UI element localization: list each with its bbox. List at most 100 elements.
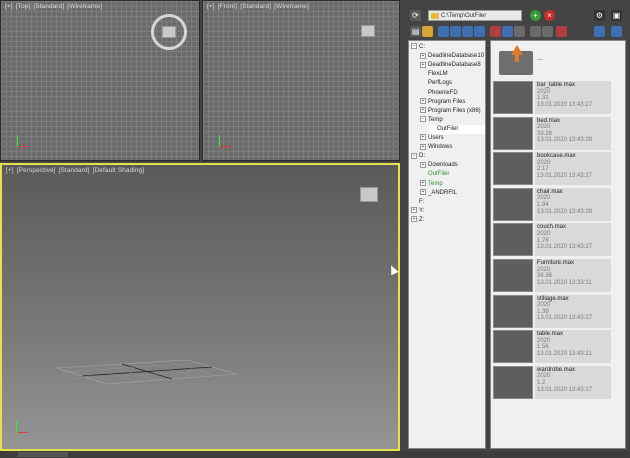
tree-expander-icon[interactable]: +: [420, 107, 426, 114]
tool-i-icon[interactable]: [542, 26, 553, 37]
file-thumbnail[interactable]: [493, 187, 533, 221]
tree-expander-icon[interactable]: −: [411, 152, 417, 159]
file-thumbnail[interactable]: [493, 365, 533, 399]
file-item[interactable]: table.max 2020 1.56 13.01.2020 13:43:21: [493, 330, 611, 364]
viewport-menu[interactable]: [+]: [5, 3, 13, 10]
viewport-view[interactable]: [Top]: [16, 3, 31, 10]
viewcube[interactable]: [162, 26, 176, 38]
tree-item[interactable]: + DeadlineDatabase8: [420, 61, 485, 70]
file-thumbnail[interactable]: [493, 223, 533, 257]
file-item[interactable]: stillage.max 2020 1.39 13.01.2020 13:43:27: [493, 294, 611, 328]
file-item[interactable]: bookcase.max 2020 2.17 13.01.2020 13:43:27: [493, 152, 611, 186]
file-thumbnail[interactable]: [493, 259, 533, 292]
tree-expander-icon[interactable]: +: [420, 134, 426, 141]
file-thumbnail[interactable]: [493, 330, 533, 364]
axis-tripod-icon: [16, 419, 30, 433]
viewport-menu[interactable]: [+]: [6, 167, 14, 174]
tool-d-icon[interactable]: [474, 26, 485, 37]
tree-expander-icon[interactable]: +: [420, 189, 426, 196]
viewport-mode[interactable]: [Standard]: [59, 167, 90, 174]
tool-f-icon[interactable]: [502, 26, 513, 37]
file-item[interactable]: Furniture.max 2020 36.36 13.01.2020 13:33:1…: [493, 259, 611, 292]
tree-item[interactable]: FlexLM: [420, 70, 485, 79]
tree-item[interactable]: + DeadlineDatabase10: [420, 52, 485, 61]
pin-icon[interactable]: ▣: [611, 10, 622, 21]
tree-item[interactable]: + Program Files: [420, 98, 485, 107]
viewport-view[interactable]: [Perspective]: [17, 167, 56, 174]
file-thumbnail[interactable]: [493, 294, 533, 328]
tool-e-icon[interactable]: [490, 26, 501, 37]
add-icon[interactable]: +: [530, 10, 541, 21]
tree-item[interactable]: − D:: [411, 152, 485, 161]
viewport-top-label[interactable]: [+] [Top] [Standard] [Wireframe]: [5, 3, 105, 10]
tree-item[interactable]: + Windows: [420, 143, 485, 152]
view-grid-icon[interactable]: [594, 26, 605, 37]
viewcube[interactable]: [360, 187, 378, 202]
file-name: table.max: [537, 331, 564, 338]
file-item[interactable]: bar_table.max 2020 1.31 13.01.2020 13:43:27: [493, 81, 611, 114]
tree-item[interactable]: − Temp: [420, 116, 485, 125]
tree-item-label: F:: [419, 198, 425, 205]
viewport-mode[interactable]: [Standard]: [33, 3, 64, 10]
tree-expander-icon[interactable]: +: [420, 52, 426, 59]
viewport-shading[interactable]: [Default Shading]: [93, 167, 145, 174]
file-thumbnail[interactable]: [493, 152, 533, 186]
tree-item[interactable]: + Y:: [411, 207, 485, 216]
tree-item[interactable]: + Temp: [420, 179, 485, 189]
tree-expander-icon[interactable]: +: [420, 61, 426, 68]
close-icon[interactable]: ×: [544, 10, 555, 21]
path-field[interactable]: C:\Temp\OutFiler: [428, 10, 522, 21]
folder-tree[interactable]: − C: + DeadlineDatabase10 + DeadlineDatabase8…: [408, 40, 486, 449]
viewport-perspective[interactable]: [+] [Perspective] [Standard] [Default Shadi…: [0, 163, 400, 451]
tree-expander-icon[interactable]: +: [420, 98, 426, 105]
tree-expander-icon[interactable]: +: [420, 161, 426, 168]
tree-expander-icon[interactable]: +: [420, 179, 426, 186]
viewport-mode[interactable]: [Standard]: [240, 3, 271, 10]
tree-item[interactable]: + Users: [420, 134, 485, 143]
tree-item[interactable]: + Downloads: [420, 161, 485, 170]
parent-folder-label[interactable]: ...: [537, 55, 543, 62]
tool-a-icon[interactable]: [438, 26, 449, 37]
tree-expander-icon[interactable]: +: [420, 143, 426, 150]
tree-expander-icon[interactable]: −: [420, 116, 426, 123]
viewcube[interactable]: [361, 25, 375, 37]
settings-icon[interactable]: ⚙: [594, 10, 605, 21]
view-list-icon[interactable]: [611, 26, 622, 37]
file-item[interactable]: bed.max 2020 33.26 13.01.2020 13:43:28: [493, 116, 611, 150]
tree-item[interactable]: PhoenixFD: [420, 89, 485, 98]
file-item[interactable]: chair.max 2020 1.94 13.01.2020 13:43:28: [493, 187, 611, 221]
tree-expander-icon[interactable]: +: [411, 207, 417, 214]
tree-expander-icon[interactable]: +: [411, 216, 417, 223]
drive-icon[interactable]: ▤: [410, 26, 421, 37]
tree-item[interactable]: OutFiler: [429, 124, 485, 134]
file-thumbnail[interactable]: [493, 81, 533, 114]
parent-folder-icon[interactable]: [499, 45, 533, 75]
tree-item[interactable]: PerfLogs: [420, 79, 485, 88]
tool-h-icon[interactable]: [530, 26, 541, 37]
delete-icon[interactable]: [556, 26, 567, 37]
file-thumbnail[interactable]: [493, 116, 533, 150]
folder-up-icon[interactable]: [422, 26, 433, 37]
tree-item[interactable]: + _ANDRFIL: [420, 189, 485, 198]
tool-g-icon[interactable]: [514, 26, 525, 37]
viewport-top[interactable]: [+] [Top] [Standard] [Wireframe]: [0, 0, 200, 161]
viewport-perspective-label[interactable]: [+] [Perspective] [Standard] [Default Shadi…: [6, 167, 147, 174]
tree-item[interactable]: − C:: [411, 43, 485, 52]
viewport-shading[interactable]: [Wireframe]: [67, 3, 102, 10]
tool-c-icon[interactable]: [462, 26, 473, 37]
viewport-view[interactable]: [Front]: [218, 3, 237, 10]
tree-item[interactable]: OutFiler: [420, 170, 485, 179]
viewport-front-label[interactable]: [+] [Front] [Standard] [Wireframe]: [207, 3, 312, 10]
tree-item[interactable]: F:: [411, 198, 485, 207]
tree-expander-icon[interactable]: −: [411, 43, 417, 50]
file-item[interactable]: wardrobe.max 2020 1.2 13.01.2020 13:43:17: [493, 365, 611, 399]
refresh-icon[interactable]: ⟳: [410, 10, 421, 21]
file-list[interactable]: ... bar_table.max 2020 1.31 13.01.2020 13:4…: [490, 40, 626, 449]
viewport-shading[interactable]: [Wireframe]: [274, 3, 309, 10]
tool-b-icon[interactable]: [450, 26, 461, 37]
viewport-front[interactable]: [+] [Front] [Standard] [Wireframe]: [202, 0, 400, 161]
tree-item[interactable]: + Z:: [411, 216, 485, 225]
viewport-menu[interactable]: [+]: [207, 3, 215, 10]
file-item[interactable]: couch.max 2020 1.78 13.01.2020 13:43:27: [493, 223, 611, 257]
tree-item[interactable]: + Program Files (x86): [420, 107, 485, 116]
